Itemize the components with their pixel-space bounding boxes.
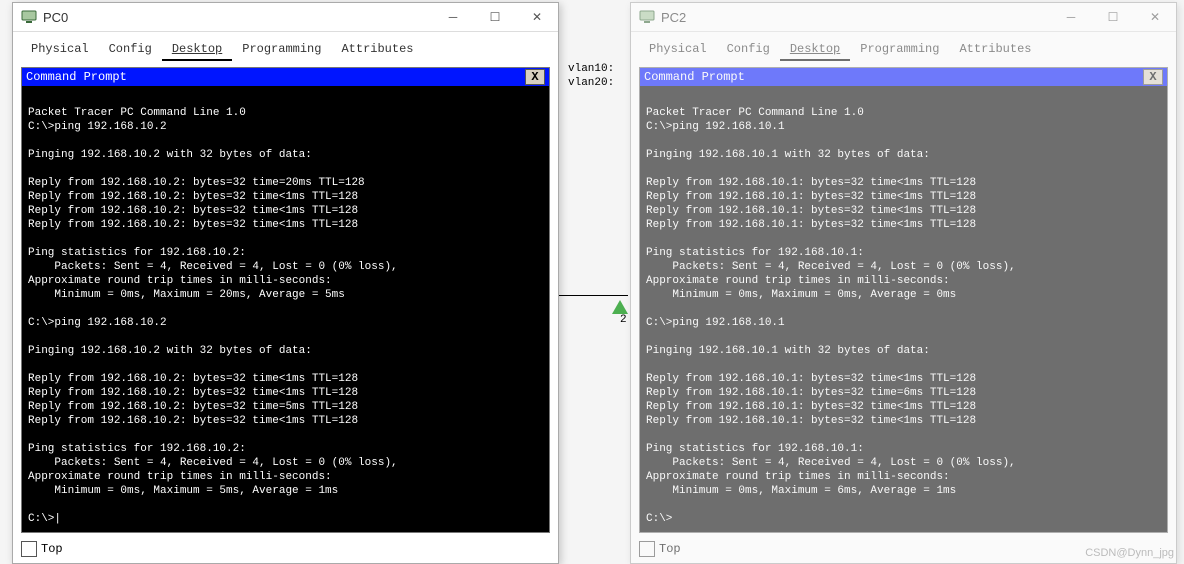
close-button[interactable]: ✕ [1134,3,1176,31]
tab-config[interactable]: Config [717,38,780,61]
window-title: PC2 [661,10,1050,25]
terminal-output[interactable]: Packet Tracer PC Command Line 1.0 C:\>pi… [640,86,1167,532]
tab-programming[interactable]: Programming [232,38,331,61]
command-prompt-close-button[interactable]: X [1143,69,1163,85]
tab-desktop[interactable]: Desktop [780,38,850,61]
tab-physical[interactable]: Physical [639,38,717,61]
tab-physical[interactable]: Physical [21,38,99,61]
window-pc2[interactable]: PC2─☐✕PhysicalConfigDesktopProgrammingAt… [630,2,1177,564]
titlebar[interactable]: PC2─☐✕ [631,3,1176,32]
bottom-bar: Top [13,537,558,563]
tab-attributes[interactable]: Attributes [949,38,1041,61]
tab-config[interactable]: Config [99,38,162,61]
tab-attributes[interactable]: Attributes [331,38,423,61]
terminal-output[interactable]: Packet Tracer PC Command Line 1.0 C:\>pi… [22,86,549,532]
pc-icon [639,9,655,25]
window-pc0[interactable]: PC0─☐✕PhysicalConfigDesktopProgrammingAt… [12,2,559,564]
watermark-text: CSDN@Dynn_jpg [1085,547,1174,559]
command-prompt-panel: Command PromptX Packet Tracer PC Command… [21,67,550,533]
bg-label-two: 2 [620,314,627,326]
command-prompt-panel: Command PromptX Packet Tracer PC Command… [639,67,1168,533]
maximize-button[interactable]: ☐ [474,3,516,31]
minimize-button[interactable]: ─ [1050,3,1092,31]
window-title: PC0 [43,10,432,25]
triangle-icon [612,300,628,314]
tab-programming[interactable]: Programming [850,38,949,61]
maximize-button[interactable]: ☐ [1092,3,1134,31]
tab-desktop[interactable]: Desktop [162,38,232,61]
tabs-bar: PhysicalConfigDesktopProgrammingAttribut… [631,32,1176,61]
bg-topology-line [558,295,628,296]
tabs-bar: PhysicalConfigDesktopProgrammingAttribut… [13,32,558,61]
command-prompt-header[interactable]: Command PromptX [22,68,549,86]
command-prompt-title: Command Prompt [26,70,525,84]
close-button[interactable]: ✕ [516,3,558,31]
top-checkbox-label: Top [659,542,681,556]
top-checkbox[interactable] [21,541,37,557]
minimize-button[interactable]: ─ [432,3,474,31]
pc-icon [21,9,37,25]
top-checkbox-label: Top [41,542,63,556]
command-prompt-header[interactable]: Command PromptX [640,68,1167,86]
command-prompt-close-button[interactable]: X [525,69,545,85]
bg-label-vlan20: vlan20: [568,77,614,89]
top-checkbox[interactable] [639,541,655,557]
command-prompt-title: Command Prompt [644,70,1143,84]
titlebar[interactable]: PC0─☐✕ [13,3,558,32]
bg-label-vlan10: vlan10: [568,63,614,75]
